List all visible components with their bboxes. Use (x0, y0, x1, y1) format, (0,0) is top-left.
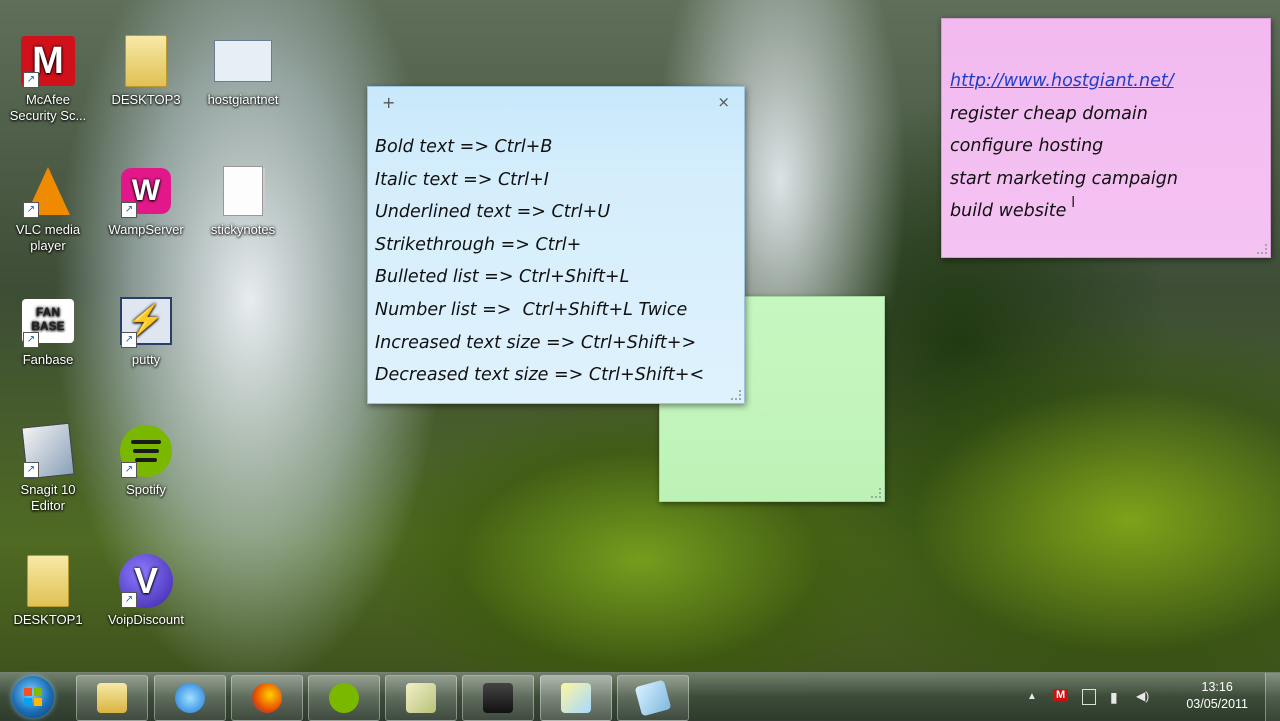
resize-grip-icon[interactable] (731, 390, 741, 400)
desktop-icon-label: WampServer (108, 222, 184, 237)
taskbar-button-windows-explorer[interactable] (76, 675, 148, 721)
note-line: Underlined text => Ctrl+U (375, 202, 611, 223)
desktop-icon-label: McAfee Security Sc... (9, 92, 87, 123)
desktop-icon-spotify[interactable]: ↗ Spotify (100, 422, 192, 498)
desktop-icon-label: VoipDiscount (108, 612, 184, 627)
note-line: Strikethrough => Ctrl+ (375, 234, 582, 255)
system-tray: ▲ M ▮ ◀) 13:16 03/05/2011 (1010, 673, 1280, 721)
sticky-note-text[interactable]: http://www.hostgiant.net/ register cheap… (950, 65, 1178, 228)
desktop-icon-wampserver[interactable]: W ↗ WampServer (100, 162, 192, 238)
shortcut-arrow-icon: ↗ (121, 332, 137, 348)
folder-icon (125, 35, 167, 87)
desktop-icon-label: Fanbase (22, 352, 74, 367)
internet-explorer-icon (175, 683, 205, 713)
taskbar-button-spotify[interactable] (308, 675, 380, 721)
network-icon[interactable]: ▮ (1110, 689, 1118, 706)
clock-date: 03/05/2011 (1186, 697, 1248, 711)
clock[interactable]: 13:16 03/05/2011 (1186, 679, 1248, 713)
note-line: start marketing campaign (950, 168, 1178, 189)
show-desktop-button[interactable] (1265, 673, 1280, 721)
show-hidden-icons-button[interactable]: ▲ (1027, 691, 1037, 702)
note-line: configure hosting (950, 136, 1104, 157)
taskbar-button-firefox[interactable] (231, 675, 303, 721)
add-note-button[interactable]: + (382, 93, 395, 112)
mcafee-tray-icon[interactable]: M (1053, 689, 1069, 701)
sticky-notes-icon (561, 683, 591, 713)
shortcut-arrow-icon: ↗ (121, 462, 137, 478)
desktop-icon-desktop3[interactable]: DESKTOP3 (100, 32, 192, 108)
note-line: Increased text size => Ctrl+Shift+> (375, 332, 697, 353)
shortcut-arrow-icon: ↗ (23, 202, 39, 218)
desktop-icon-mcafee[interactable]: M ↗ McAfee Security Sc... (2, 32, 94, 124)
shortcut-arrow-icon: ↗ (121, 202, 137, 218)
folder-icon (27, 555, 69, 607)
sticky-note-text[interactable]: Bold text => Ctrl+B Italic text => Ctrl+… (375, 131, 704, 392)
desktop-icon-putty[interactable]: ⚡ ↗ putty (100, 292, 192, 368)
taskbar-button-notes-app[interactable] (385, 675, 457, 721)
desktop-icon-label: hostgiantnet (207, 92, 279, 107)
eraser-icon (634, 679, 672, 717)
note-line: Decreased text size => Ctrl+Shift+< (375, 365, 705, 386)
note-line: Bold text => Ctrl+B (375, 137, 553, 157)
taskbar-button-sticky-notes[interactable] (540, 675, 612, 721)
sticky-note-pink[interactable]: http://www.hostgiant.net/ register cheap… (941, 18, 1271, 258)
text-cursor-icon: I (1071, 194, 1076, 211)
shortcut-arrow-icon: ↗ (121, 592, 137, 608)
camcorder-icon (483, 683, 513, 713)
start-button[interactable] (12, 676, 54, 718)
note-line: Bulleted list => Ctrl+Shift+L (375, 267, 630, 288)
desktop-icon-snagit[interactable]: ↗ Snagit 10 Editor (2, 422, 94, 514)
taskbar-button-internet-explorer[interactable] (154, 675, 226, 721)
resize-grip-icon[interactable] (1257, 244, 1267, 254)
note-line: Number list => Ctrl+Shift+L Twice (375, 299, 688, 320)
desktop-icon-vlc[interactable]: ↗ VLC media player (2, 162, 94, 254)
desktop-icon-label: DESKTOP1 (13, 612, 83, 627)
clock-time: 13:16 (1201, 680, 1233, 694)
desktop-icon-label: stickynotes (210, 222, 276, 237)
firefox-icon (252, 683, 282, 713)
desktop-icon-label: putty (131, 352, 161, 367)
resize-grip-icon[interactable] (871, 488, 881, 498)
taskbar-button-camera-app[interactable] (462, 675, 534, 721)
desktop-icon-label: VLC media player (15, 222, 81, 253)
note-line: register cheap domain (950, 103, 1148, 124)
sticky-note-blue[interactable]: + × Bold text => Ctrl+B Italic text => C… (367, 86, 745, 404)
spotify-icon (329, 683, 359, 713)
desktop-icon-stickynotes[interactable]: stickynotes (197, 162, 289, 238)
folder-icon (97, 683, 127, 713)
desktop-icon-label: DESKTOP3 (111, 92, 181, 107)
windows-logo-icon (24, 688, 42, 706)
note-link[interactable]: http://www.hostgiant.net/ (950, 65, 1178, 98)
webpage-thumbnail-icon (214, 40, 272, 82)
desktop-icon-fanbase[interactable]: FAN BASE ↗ Fanbase (2, 292, 94, 368)
desktop-icon-voipdiscount[interactable]: V ↗ VoipDiscount (100, 552, 192, 628)
note-line: build website (950, 201, 1067, 222)
taskbar-button-paint-app[interactable] (617, 675, 689, 721)
shortcut-arrow-icon: ↗ (23, 462, 39, 478)
delete-note-button[interactable]: × (717, 93, 730, 111)
taskbar: ▲ M ▮ ◀) 13:16 03/05/2011 (0, 672, 1280, 721)
action-center-icon[interactable] (1082, 689, 1096, 705)
desktop-icon-label: Spotify (126, 482, 166, 497)
desktop-icon-hostgiantnet[interactable]: hostgiantnet (197, 32, 289, 108)
shortcut-arrow-icon: ↗ (23, 72, 39, 88)
desktop-icon-label: Snagit 10 Editor (20, 482, 76, 513)
notepad-icon (406, 683, 436, 713)
volume-icon[interactable]: ◀) (1136, 689, 1149, 703)
shortcut-arrow-icon: ↗ (23, 332, 39, 348)
note-line: Italic text => Ctrl+I (375, 169, 549, 190)
text-document-icon (223, 166, 263, 216)
desktop-icon-desktop1[interactable]: DESKTOP1 (2, 552, 94, 628)
